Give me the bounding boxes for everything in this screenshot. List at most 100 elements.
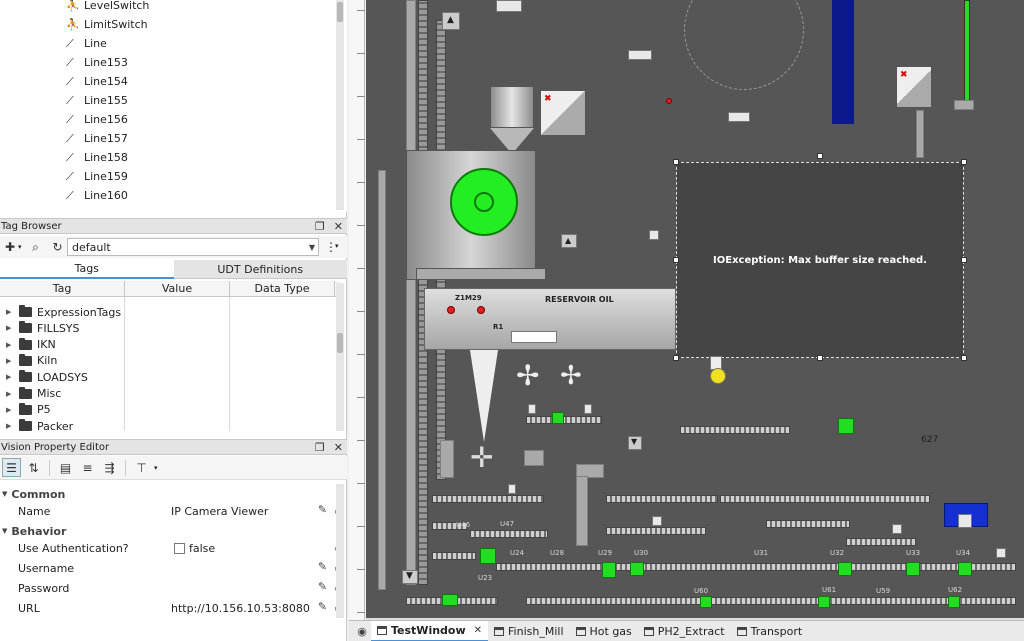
resize-handle[interactable] bbox=[673, 159, 679, 165]
resize-handle[interactable] bbox=[817, 153, 823, 159]
pipe-box[interactable] bbox=[524, 450, 544, 466]
conveyor[interactable] bbox=[432, 552, 476, 560]
pipe-vertical[interactable] bbox=[406, 0, 416, 585]
camera-placeholder[interactable]: ✖ bbox=[896, 66, 932, 108]
tree-item[interactable]: ⟋ Line bbox=[66, 34, 107, 53]
pipe-vertical[interactable] bbox=[916, 110, 924, 158]
tab-testwindow[interactable]: TestWindow ✕ bbox=[371, 620, 489, 641]
tag-folder-row[interactable]: ▶ Kiln bbox=[6, 353, 57, 369]
tag-folder-row[interactable]: ▶ ExpressionTags bbox=[6, 304, 121, 320]
close-icon[interactable]: ✕ bbox=[474, 625, 482, 636]
tab-tags[interactable]: Tags bbox=[0, 260, 174, 279]
motor-running[interactable] bbox=[552, 412, 564, 424]
restore-icon[interactable]: ❐ bbox=[315, 441, 325, 454]
use-auth-checkbox[interactable] bbox=[174, 542, 185, 554]
tab-ph2-extract[interactable]: PH2_Extract bbox=[638, 621, 731, 641]
eye-icon[interactable]: ◉ bbox=[355, 624, 369, 638]
edit-icon[interactable]: ✎ bbox=[318, 601, 328, 612]
tree-scroll-thumb[interactable] bbox=[337, 2, 343, 22]
down-arrow-box[interactable]: ▼ bbox=[402, 570, 418, 584]
fan-icon[interactable]: ✢ bbox=[516, 362, 539, 390]
level-bar[interactable] bbox=[832, 0, 854, 124]
prop-name-field[interactable]: IP Camera Viewer bbox=[171, 502, 311, 520]
resize-handle[interactable] bbox=[673, 257, 679, 263]
conveyor[interactable] bbox=[526, 416, 602, 424]
more-dropdown-icon[interactable]: ▾ bbox=[335, 242, 339, 250]
resize-handle[interactable] bbox=[817, 355, 823, 361]
conveyor[interactable] bbox=[606, 527, 706, 535]
motor-running[interactable] bbox=[838, 418, 854, 434]
chevron-right-icon[interactable]: ▶ bbox=[6, 308, 14, 316]
conveyor-main[interactable] bbox=[496, 563, 1016, 571]
conveyor[interactable] bbox=[766, 520, 850, 528]
tree-item[interactable]: ⟋ Line157 bbox=[66, 129, 128, 148]
tag-folder-row[interactable]: ▶ LOADSYS bbox=[6, 369, 88, 385]
chevron-right-icon[interactable]: ▶ bbox=[6, 357, 14, 365]
tree-item[interactable]: ⟋ Line155 bbox=[66, 91, 128, 110]
indicator-box[interactable] bbox=[496, 0, 522, 12]
motor-running[interactable] bbox=[700, 596, 712, 608]
close-icon[interactable]: ✕ bbox=[334, 220, 343, 233]
chevron-right-icon[interactable]: ▶ bbox=[6, 341, 14, 349]
prop-use-auth-field[interactable]: false bbox=[174, 539, 314, 557]
tree-item[interactable]: ⟋ Line154 bbox=[66, 72, 128, 91]
pipe-vertical[interactable] bbox=[440, 440, 454, 478]
conveyor[interactable] bbox=[432, 495, 544, 503]
tag-folder-row[interactable]: ▶ Misc bbox=[6, 386, 61, 402]
tag-folder-row[interactable]: ▶ IKN bbox=[6, 337, 56, 353]
tag-scroll-thumb[interactable] bbox=[337, 333, 343, 353]
conveyor[interactable] bbox=[846, 538, 916, 546]
categorized-view-icon[interactable]: ☰ bbox=[2, 458, 21, 477]
tree-item[interactable]: ⟋ Line158 bbox=[66, 148, 128, 167]
motor-running[interactable] bbox=[906, 562, 920, 576]
conveyor-main[interactable] bbox=[526, 597, 1016, 605]
collapse-all-icon[interactable]: ≡ bbox=[78, 458, 97, 477]
prop-password-field[interactable] bbox=[171, 579, 311, 597]
reservoir-oil[interactable]: Z1M29 RESERVOIR OIL R1 bbox=[424, 288, 676, 350]
chevron-right-icon[interactable]: ▶ bbox=[6, 406, 14, 414]
edit-icon[interactable]: ✎ bbox=[318, 561, 328, 572]
indicator-box[interactable] bbox=[728, 112, 750, 122]
table-view-icon[interactable]: ▤ bbox=[56, 458, 75, 477]
tab-hot-gas[interactable]: Hot gas bbox=[570, 621, 638, 641]
motor-running[interactable] bbox=[480, 548, 496, 564]
fan-icon[interactable]: ✢ bbox=[560, 362, 582, 390]
cyclone[interactable] bbox=[470, 350, 498, 442]
pipe-vertical[interactable] bbox=[576, 476, 588, 546]
chevron-right-icon[interactable]: ▶ bbox=[6, 373, 14, 381]
rotary-valve[interactable] bbox=[450, 168, 518, 236]
column-data-type[interactable]: Data Type bbox=[230, 281, 335, 296]
motor-running[interactable] bbox=[630, 562, 644, 576]
up-arrow-box[interactable]: ▲ bbox=[561, 234, 577, 248]
conveyor[interactable] bbox=[720, 495, 930, 503]
tag-provider-select[interactable]: default ▼ bbox=[67, 238, 319, 256]
tag-folder-row[interactable]: ▶ Packer bbox=[6, 418, 73, 434]
indicator-box[interactable] bbox=[649, 230, 659, 240]
sort-alpha-icon[interactable]: ⇅ bbox=[24, 458, 43, 477]
chevron-right-icon[interactable]: ▶ bbox=[6, 390, 14, 398]
camera-placeholder[interactable]: ✖ bbox=[540, 90, 586, 136]
motor-running[interactable] bbox=[948, 596, 960, 608]
sensor-yellow[interactable] bbox=[710, 368, 726, 384]
filter-dropdown-icon[interactable]: ▾ bbox=[154, 464, 158, 472]
close-icon[interactable]: ✕ bbox=[334, 441, 343, 454]
filter-icon[interactable]: ⊤ bbox=[132, 458, 151, 477]
tank-outline[interactable] bbox=[684, 0, 804, 90]
restore-icon[interactable]: ❐ bbox=[315, 220, 325, 233]
resize-handle[interactable] bbox=[961, 355, 967, 361]
conveyor[interactable] bbox=[606, 495, 718, 503]
motor-running[interactable] bbox=[818, 596, 830, 608]
search-icon[interactable]: ⌕ bbox=[28, 239, 44, 255]
up-arrow-box[interactable]: ▲ bbox=[442, 12, 460, 30]
tab-transport[interactable]: Transport bbox=[731, 621, 809, 641]
tree-item[interactable]: ⛹ LevelSwitch bbox=[66, 0, 149, 15]
tag-scrollbar[interactable] bbox=[336, 283, 344, 431]
pipe-horizontal[interactable] bbox=[954, 100, 974, 110]
motor-running[interactable] bbox=[958, 562, 972, 576]
column-tag[interactable]: Tag bbox=[0, 281, 125, 296]
add-tag-icon[interactable]: ✚ bbox=[2, 239, 18, 255]
conveyor[interactable] bbox=[680, 426, 790, 434]
pipe-green[interactable] bbox=[964, 0, 970, 110]
refresh-icon[interactable]: ↻ bbox=[50, 239, 66, 255]
prop-username-field[interactable] bbox=[171, 559, 311, 577]
